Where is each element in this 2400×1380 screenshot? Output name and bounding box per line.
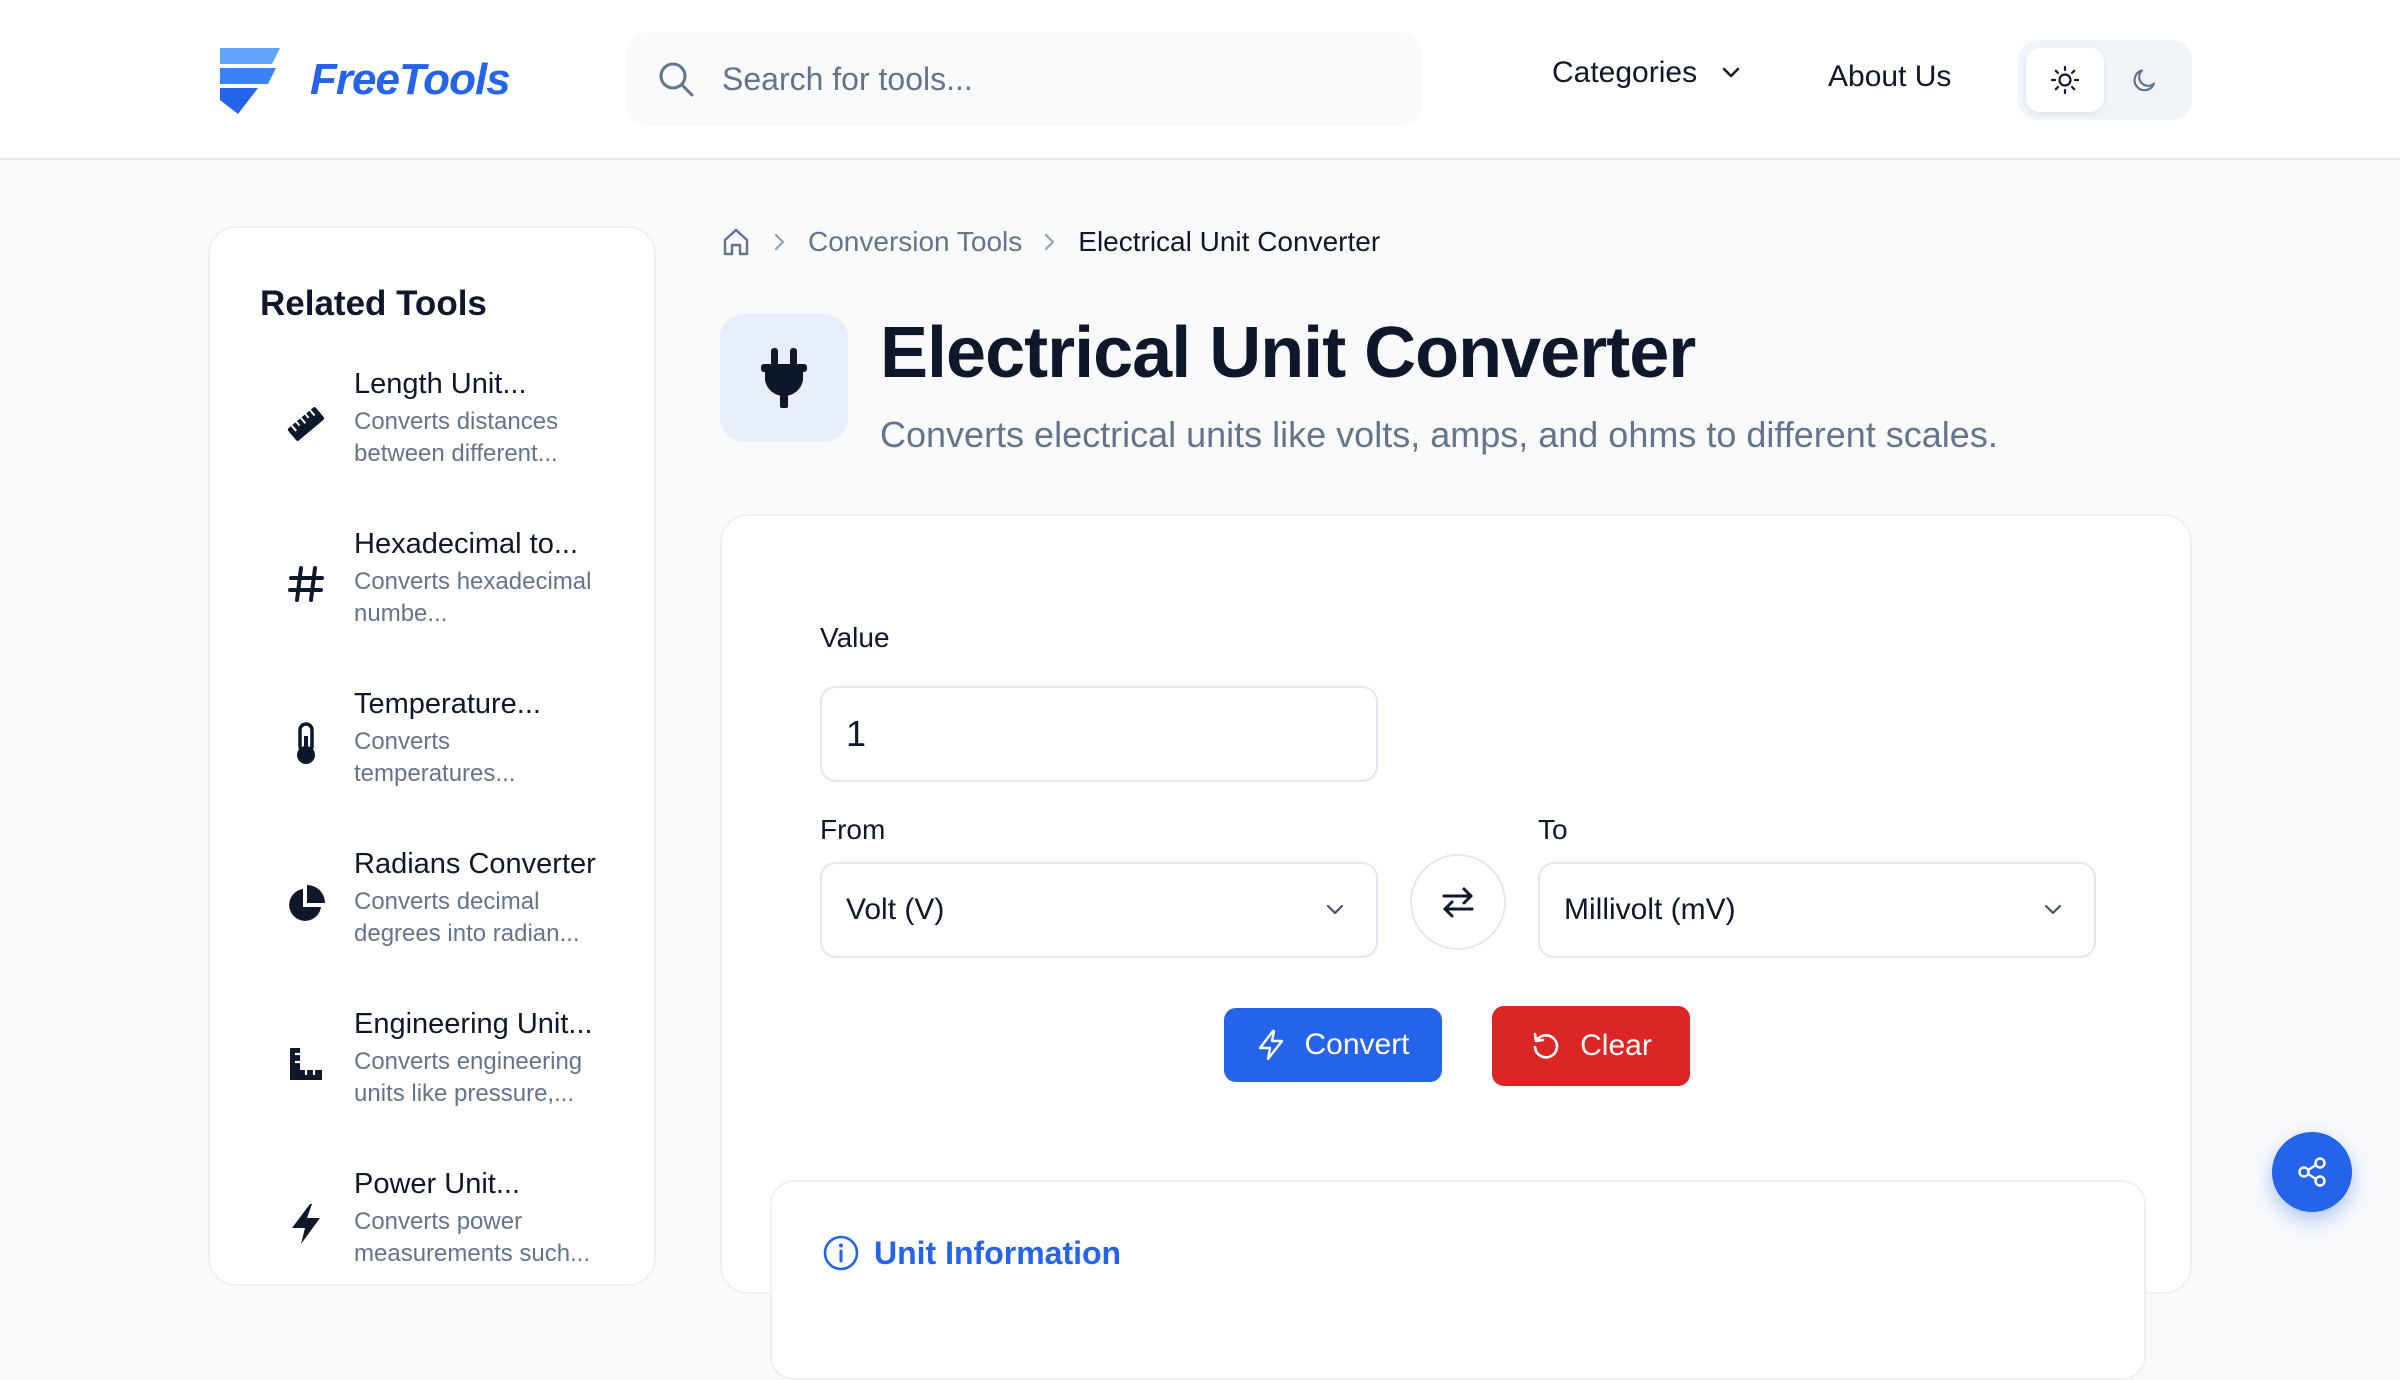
info-icon [823, 1235, 859, 1271]
value-label: Value [820, 622, 890, 653]
bolt-icon [260, 1194, 352, 1254]
related-tool-item[interactable]: Length Unit... Converts distances betwee… [260, 368, 630, 518]
chevron-right-icon [1045, 233, 1055, 251]
search-icon [659, 62, 694, 97]
light-theme-button[interactable] [2026, 48, 2104, 112]
clear-button-label: Clear [1580, 1029, 1652, 1062]
to-label: To [1538, 814, 1568, 845]
related-tool-item[interactable]: Hexadecimal to... Converts hexadecimal n… [260, 528, 630, 678]
swap-units-button[interactable] [1410, 854, 1506, 950]
thermometer-icon [260, 714, 352, 774]
related-tool-desc: Converts power measurements such... [354, 1208, 591, 1267]
chevron-down-icon [1326, 904, 1344, 915]
related-tools-sidebar: Related Tools Length Unit... Converts di… [208, 226, 656, 1286]
moon-icon [2133, 69, 2156, 92]
related-tool-name: Length Unit... [354, 368, 527, 400]
reset-icon [1533, 1032, 1559, 1059]
chevron-right-icon [774, 233, 785, 251]
value-input[interactable] [820, 686, 1378, 782]
logo-text: FreeTools [310, 55, 511, 104]
unit-information-title: Unit Information [822, 1234, 1121, 1272]
lightning-icon [1259, 1029, 1284, 1061]
related-tool-item[interactable]: Power Unit... Converts power measurement… [260, 1168, 630, 1318]
related-tool-item[interactable]: Temperature... Converts temperatures... [260, 688, 630, 838]
related-tool-name: Hexadecimal to... [354, 528, 579, 560]
convert-button[interactable]: Convert [1224, 1008, 1442, 1082]
site-header: FreeTools Categories About Us [0, 0, 2400, 160]
chevron-down-icon [2044, 904, 2062, 915]
nav-categories-label: Categories [1552, 56, 1698, 89]
ruler-icon [260, 394, 352, 454]
related-tool-name: Power Unit... [354, 1168, 520, 1200]
breadcrumb-conversion-tools[interactable]: Conversion Tools [808, 226, 1022, 258]
theme-toggle [2018, 40, 2192, 120]
from-label: From [820, 814, 886, 845]
clear-button[interactable]: Clear [1492, 1006, 1690, 1086]
nav-categories[interactable]: Categories [1552, 56, 1743, 90]
swap-arrows-icon [1442, 887, 1474, 918]
breadcrumb: Conversion Tools Electrical Unit Convert… [720, 226, 1380, 258]
sidebar-title: Related Tools [260, 284, 487, 323]
related-tool-item[interactable]: Radians Converter Converts decimal degre… [260, 848, 630, 998]
related-tool-name: Engineering Unit... [354, 1008, 593, 1040]
search-bar[interactable] [626, 32, 1422, 126]
ruler-combined-icon [260, 1034, 352, 1094]
search-input[interactable] [722, 60, 1362, 98]
unit-information-card: Unit Information [770, 1180, 2146, 1380]
related-tool-desc: Converts engineering units like pressure… [354, 1048, 583, 1107]
nav-about-us[interactable]: About Us [1828, 60, 1951, 94]
related-tool-name: Radians Converter [354, 848, 596, 880]
chevron-down-icon [1722, 67, 1740, 78]
to-unit-value: Millivolt (mV) [1564, 893, 1736, 926]
page-subtitle: Converts electrical units like volts, am… [880, 414, 1998, 455]
breadcrumb-current: Electrical Unit Converter [1078, 226, 1381, 257]
related-tool-desc: Converts hexadecimal numbe... [354, 568, 592, 627]
freetools-logo-icon [220, 48, 280, 114]
page-title: Electrical Unit Converter [880, 313, 1696, 393]
plug-icon [720, 314, 848, 442]
pie-chart-icon [260, 874, 352, 934]
unit-information-label: Unit Information [874, 1234, 1122, 1271]
related-tool-item[interactable]: Engineering Unit... Converts engineering… [260, 1008, 630, 1158]
from-unit-value: Volt (V) [846, 893, 945, 926]
share-icon [2298, 1157, 2326, 1187]
convert-button-label: Convert [1304, 1028, 1410, 1061]
sun-icon [2050, 65, 2080, 95]
home-icon[interactable] [720, 226, 752, 258]
from-unit-select[interactable]: Volt (V) [820, 862, 1378, 958]
related-tool-desc: Converts decimal degrees into radian... [354, 888, 580, 947]
hash-icon [260, 554, 352, 614]
to-unit-select[interactable]: Millivolt (mV) [1538, 862, 2096, 958]
converter-card: Value From Volt (V) To Millivolt (mV) Co… [720, 514, 2192, 1380]
related-tool-desc: Converts temperatures... [354, 728, 516, 787]
related-tool-desc: Converts distances between different... [354, 408, 559, 467]
site-logo[interactable]: FreeTools [218, 44, 511, 116]
related-tool-name: Temperature... [354, 688, 541, 720]
share-button[interactable] [2272, 1132, 2352, 1212]
dark-theme-button[interactable] [2106, 48, 2184, 112]
